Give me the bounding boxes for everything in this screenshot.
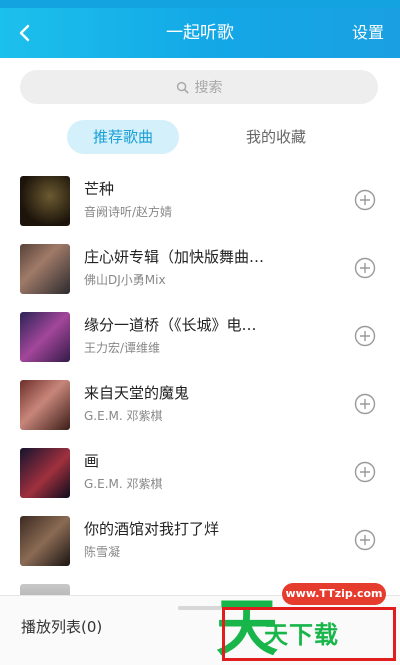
album-cover bbox=[20, 448, 70, 498]
album-cover bbox=[20, 176, 70, 226]
song-row[interactable]: 芒种 音阙诗听/赵方婧 bbox=[0, 168, 400, 236]
tab-recommended[interactable]: 推荐歌曲 bbox=[67, 120, 179, 154]
album-cover bbox=[20, 380, 70, 430]
album-cover bbox=[20, 584, 70, 595]
song-artist: 陈雪凝 bbox=[84, 545, 121, 559]
album-cover bbox=[20, 244, 70, 294]
header: 一起听歌 设置 bbox=[0, 8, 400, 58]
album-cover bbox=[20, 516, 70, 566]
search-placeholder: 搜索 bbox=[194, 80, 223, 96]
song-row[interactable]: 你的酒馆对我打了烊 陈雪凝 bbox=[0, 508, 400, 576]
watermark-text: 天下载 bbox=[264, 621, 339, 649]
song-artist: 王力宏/谭维维 bbox=[84, 341, 161, 355]
song-title: 芒种 bbox=[84, 180, 115, 198]
song-row[interactable]: 画 G.E.M. 邓紫棋 bbox=[0, 440, 400, 508]
add-circle-icon[interactable] bbox=[354, 461, 376, 483]
song-row[interactable]: 来自天堂的魔鬼 G.E.M. 邓紫棋 bbox=[0, 372, 400, 440]
status-bar bbox=[0, 0, 400, 8]
song-row[interactable]: 庄心妍专辑（加快版舞曲… 佛山DJ小勇Mix bbox=[0, 236, 400, 304]
song-title: 庄心妍专辑（加快版舞曲… bbox=[84, 248, 265, 266]
song-title: 缘分一道桥（《长城》电… bbox=[84, 316, 257, 334]
page-title: 一起听歌 bbox=[166, 23, 234, 43]
song-row[interactable]: 缘分一道桥（《长城》电… 王力宏/谭维维 bbox=[0, 304, 400, 372]
add-circle-icon[interactable] bbox=[354, 325, 376, 347]
watermark-logo: 天 www.TTzip.com 天下载 bbox=[206, 577, 398, 664]
song-artist: G.E.M. 邓紫棋 bbox=[84, 409, 163, 423]
search-icon bbox=[176, 81, 189, 94]
search-input[interactable]: 搜索 bbox=[20, 70, 378, 104]
add-circle-icon[interactable] bbox=[354, 189, 376, 211]
song-artist: 佛山DJ小勇Mix bbox=[84, 273, 166, 287]
album-cover bbox=[20, 312, 70, 362]
tab-favorites[interactable]: 我的收藏 bbox=[220, 120, 332, 154]
main-content: 搜索 推荐歌曲 我的收藏 芒种 音阙诗听/赵方婧 庄心妍专辑（加快版舞曲… 佛山… bbox=[0, 58, 400, 595]
add-circle-icon[interactable] bbox=[354, 257, 376, 279]
add-circle-icon[interactable] bbox=[354, 393, 376, 415]
tab-bar: 推荐歌曲 我的收藏 bbox=[0, 120, 400, 154]
song-artist: 音阙诗听/赵方婧 bbox=[84, 205, 173, 219]
song-title: 画 bbox=[84, 452, 100, 470]
add-circle-icon[interactable] bbox=[354, 529, 376, 551]
song-title: 来自天堂的魔鬼 bbox=[84, 384, 190, 402]
settings-button[interactable]: 设置 bbox=[352, 8, 384, 58]
song-title: 你的酒馆对我打了烊 bbox=[84, 520, 220, 538]
watermark-url: www.TTzip.com bbox=[282, 583, 386, 605]
song-artist: G.E.M. 邓紫棋 bbox=[84, 477, 163, 491]
playlist-label: 播放列表(0) bbox=[21, 618, 103, 636]
